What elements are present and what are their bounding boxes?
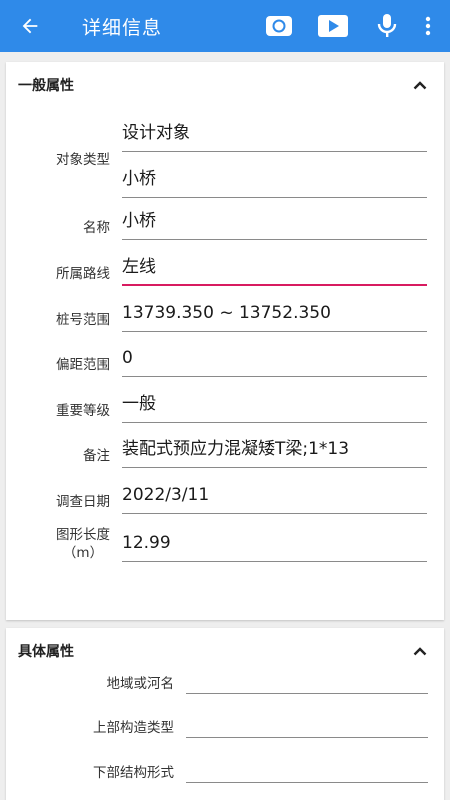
app-bar: 详细信息 xyxy=(0,0,450,52)
region-field[interactable] xyxy=(186,666,428,694)
lower-structure-field[interactable] xyxy=(186,755,428,783)
station-field[interactable]: 13739.350 ~ 13752.350 xyxy=(122,298,427,332)
general-properties-header[interactable]: 一般属性 xyxy=(6,62,444,108)
more-button[interactable] xyxy=(414,0,442,52)
route-field[interactable]: 左线 xyxy=(122,252,427,286)
station-label: 桩号范围 xyxy=(56,312,110,328)
more-vert-icon xyxy=(425,16,431,36)
offset-field[interactable]: 0 xyxy=(122,343,427,377)
mic-button[interactable] xyxy=(360,0,414,52)
length-label-line1: 图形长度 xyxy=(56,527,110,543)
remark-field[interactable]: 装配式预应力混凝矮T梁;1*13 xyxy=(122,434,427,468)
mic-icon xyxy=(377,14,397,37)
length-label-line2: （m） xyxy=(62,545,104,561)
remark-label: 备注 xyxy=(83,448,110,464)
route-label: 所属路线 xyxy=(56,266,110,282)
length-field[interactable]: 12.99 xyxy=(122,528,427,562)
upper-structure-field[interactable] xyxy=(186,710,428,738)
importance-label: 重要等级 xyxy=(56,403,110,419)
video-button[interactable] xyxy=(306,0,360,52)
appbar-actions xyxy=(252,0,442,52)
section-title: 具体属性 xyxy=(18,644,74,660)
region-label: 地域或河名 xyxy=(106,676,175,692)
lower-structure-label: 下部结构形式 xyxy=(93,765,174,781)
name-label: 名称 xyxy=(83,220,110,236)
camera-button[interactable] xyxy=(252,0,306,52)
chevron-up-icon[interactable] xyxy=(410,75,430,95)
section-title: 一般属性 xyxy=(18,78,74,94)
object-type-field-1[interactable]: 设计对象 xyxy=(122,118,427,152)
camera-icon xyxy=(266,16,292,36)
back-button[interactable] xyxy=(0,0,60,52)
length-label: 图形长度 （m） xyxy=(56,526,110,562)
survey-date-label: 调查日期 xyxy=(56,494,110,510)
back-arrow-icon xyxy=(22,18,38,34)
importance-field[interactable]: 一般 xyxy=(122,389,427,423)
upper-structure-label: 上部构造类型 xyxy=(93,720,174,736)
object-type-field-2[interactable]: 小桥 xyxy=(122,164,427,198)
page-title: 详细信息 xyxy=(82,16,163,39)
chevron-up-icon[interactable] xyxy=(410,641,430,661)
survey-date-field[interactable]: 2022/3/11 xyxy=(122,480,427,514)
name-field[interactable]: 小桥 xyxy=(122,206,427,240)
object-type-label: 对象类型 xyxy=(56,152,110,168)
video-icon xyxy=(318,15,348,37)
specific-properties-card: 具体属性 地域或河名 上部构造类型 下部结构形式 xyxy=(6,628,444,800)
offset-label: 偏距范围 xyxy=(56,357,110,373)
general-properties-card: 一般属性 设计对象 对象类型 小桥 名称 小桥 所属路线 左线 桩号范围 137… xyxy=(6,62,444,620)
